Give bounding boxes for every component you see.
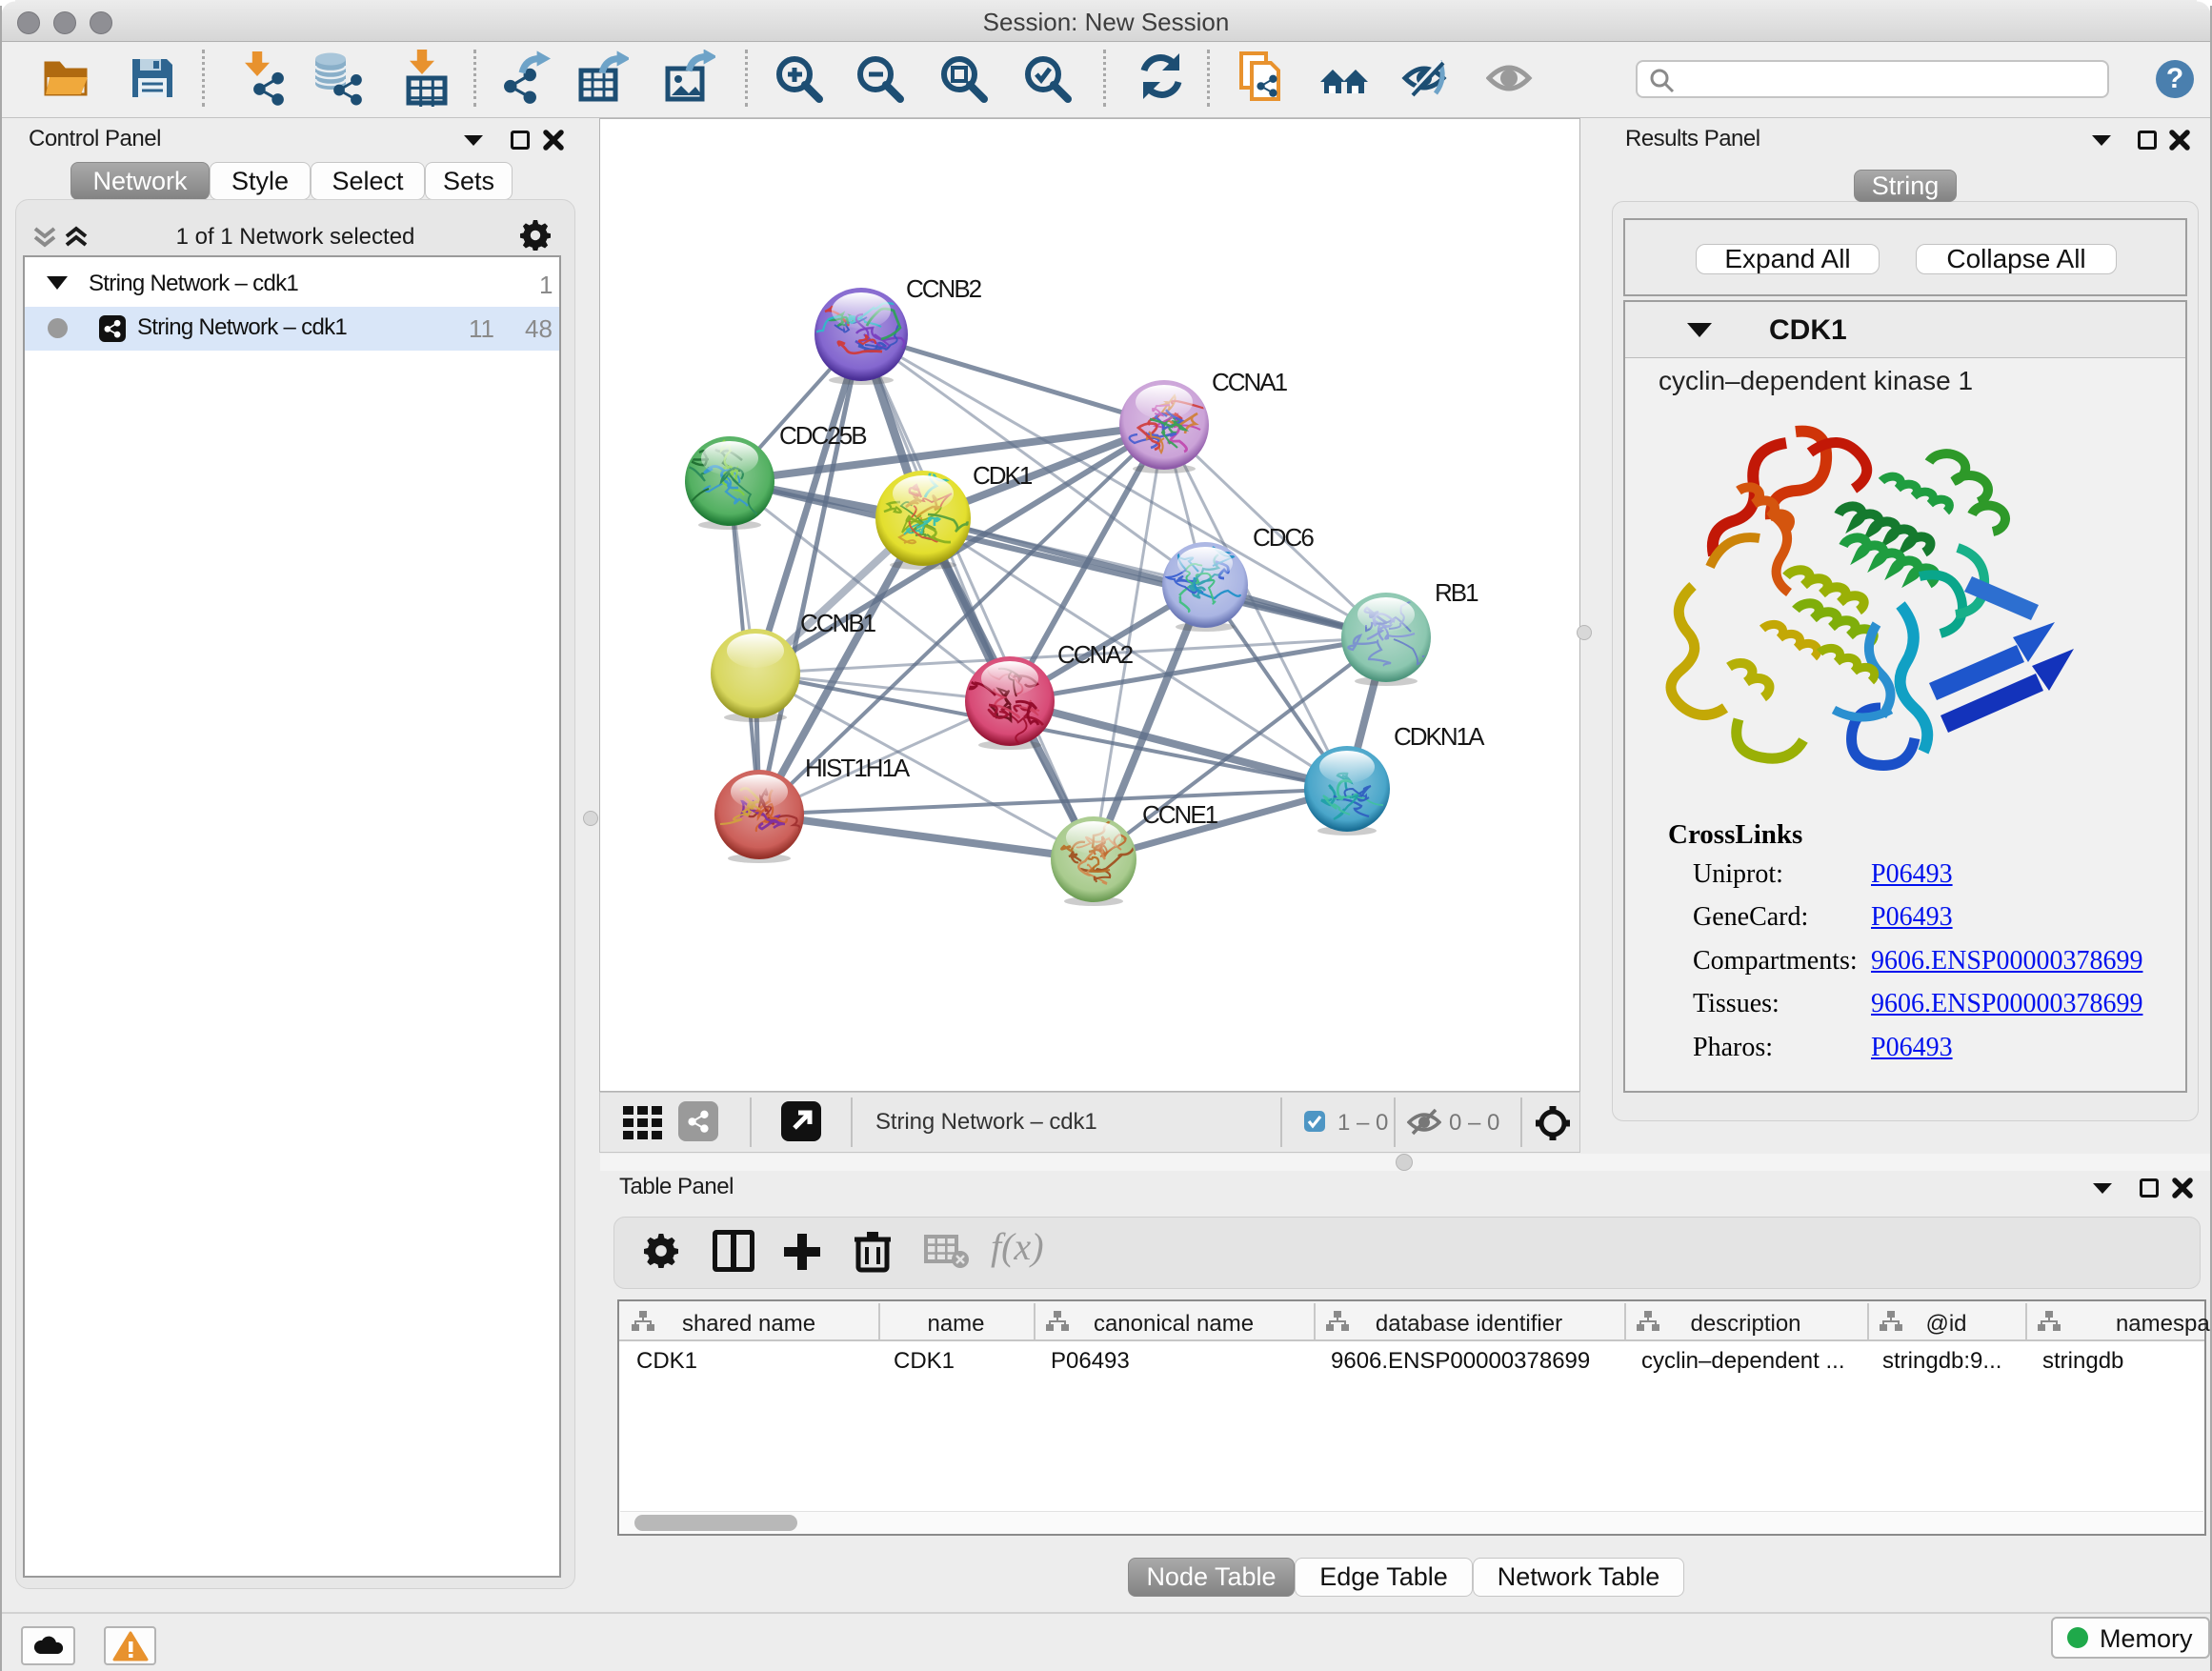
svg-text:CDK1: CDK1 <box>973 461 1033 490</box>
svg-text:CCNB1: CCNB1 <box>800 609 876 637</box>
svg-text:CCNA2: CCNA2 <box>1057 640 1134 669</box>
svg-text:HIST1H1A: HIST1H1A <box>805 754 911 782</box>
svg-text:CDC25B: CDC25B <box>779 421 866 450</box>
svg-text:CDC6: CDC6 <box>1253 523 1314 552</box>
svg-text:CCNB2: CCNB2 <box>906 274 982 303</box>
svg-text:CCNA1: CCNA1 <box>1212 368 1288 396</box>
svg-text:CDKN1A: CDKN1A <box>1394 722 1485 751</box>
svg-text:CCNE1: CCNE1 <box>1142 800 1218 829</box>
svg-text:RB1: RB1 <box>1435 578 1478 607</box>
